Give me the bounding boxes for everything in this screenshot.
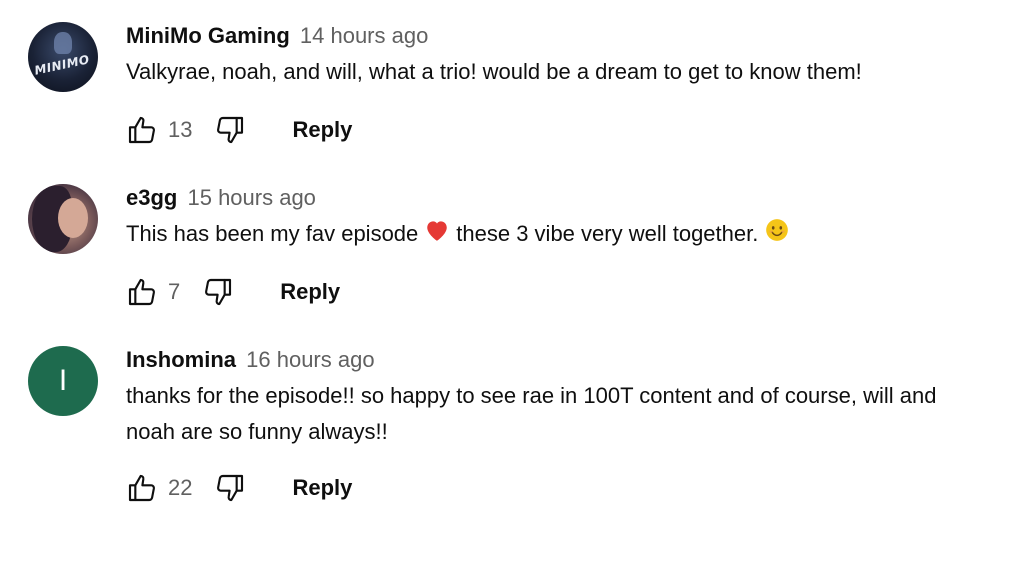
comment-timestamp[interactable]: 15 hours ago: [187, 185, 315, 210]
comment-actions: 13 Reply: [126, 112, 352, 148]
like-button[interactable]: [126, 114, 158, 146]
dislike-button[interactable]: [202, 276, 234, 308]
comment-author[interactable]: e3gg: [126, 185, 177, 210]
comment-timestamp[interactable]: 16 hours ago: [246, 347, 374, 372]
comment-actions: 7 Reply: [126, 274, 340, 310]
dislike-button[interactable]: [214, 114, 246, 146]
comment-text-part: these 3 vibe very well together.: [456, 221, 759, 246]
reply-button[interactable]: Reply: [292, 475, 352, 501]
comments-list: MINIMO MiniMo Gaming 14 hours ago Valkyr…: [0, 0, 1024, 576]
like-button[interactable]: [126, 472, 158, 504]
comment-body: Inshomina 16 hours ago thanks for the ep…: [126, 346, 1016, 450]
comment-meta: Inshomina 16 hours ago: [126, 346, 1016, 374]
avatar-figure: [54, 32, 72, 54]
red-heart-icon: [424, 217, 450, 253]
reply-button[interactable]: Reply: [280, 279, 340, 305]
thumbs-down-icon: [205, 278, 232, 306]
comment-meta: MiniMo Gaming 14 hours ago: [126, 22, 1016, 50]
comment-author[interactable]: MiniMo Gaming: [126, 23, 290, 48]
reply-button[interactable]: Reply: [292, 117, 352, 143]
avatar-face: [58, 198, 88, 238]
comment-text: This has been my fav episode these 3 vibe…: [126, 216, 1016, 254]
avatar[interactable]: MINIMO: [28, 22, 98, 92]
like-count: 22: [168, 475, 193, 500]
comment-text-part: This has been my fav episode: [126, 221, 419, 246]
thumbs-up-icon: [128, 278, 155, 306]
comment-body: e3gg 15 hours ago This has been my fav e…: [126, 184, 1016, 254]
comment-meta: e3gg 15 hours ago: [126, 184, 1016, 212]
thumbs-up-icon: [128, 474, 155, 502]
comment-text-line: thanks for the episode!! so happy to see…: [126, 383, 937, 408]
like-count: 13: [168, 117, 193, 142]
smiling-face-icon: [764, 217, 790, 254]
comment-author[interactable]: Inshomina: [126, 347, 236, 372]
avatar-initial: I: [58, 364, 68, 397]
avatar-logo-text: MINIMO: [33, 52, 91, 78]
comment-body: MiniMo Gaming 14 hours ago Valkyrae, noa…: [126, 22, 1016, 90]
like-button[interactable]: [126, 276, 158, 308]
avatar[interactable]: I: [28, 346, 98, 416]
like-count: 7: [168, 279, 181, 304]
comment-text: Valkyrae, noah, and will, what a trio! w…: [126, 59, 862, 84]
comment-text-line: noah are so funny always!!: [126, 419, 388, 444]
avatar[interactable]: [28, 184, 98, 254]
comment-timestamp[interactable]: 14 hours ago: [300, 23, 428, 48]
thumbs-down-icon: [217, 474, 244, 502]
comment-text: thanks for the episode!! so happy to see…: [126, 378, 1016, 450]
dislike-button[interactable]: [214, 472, 246, 504]
thumbs-up-icon: [128, 116, 155, 144]
thumbs-down-icon: [217, 116, 244, 144]
comment-actions: 22 Reply: [126, 470, 352, 506]
